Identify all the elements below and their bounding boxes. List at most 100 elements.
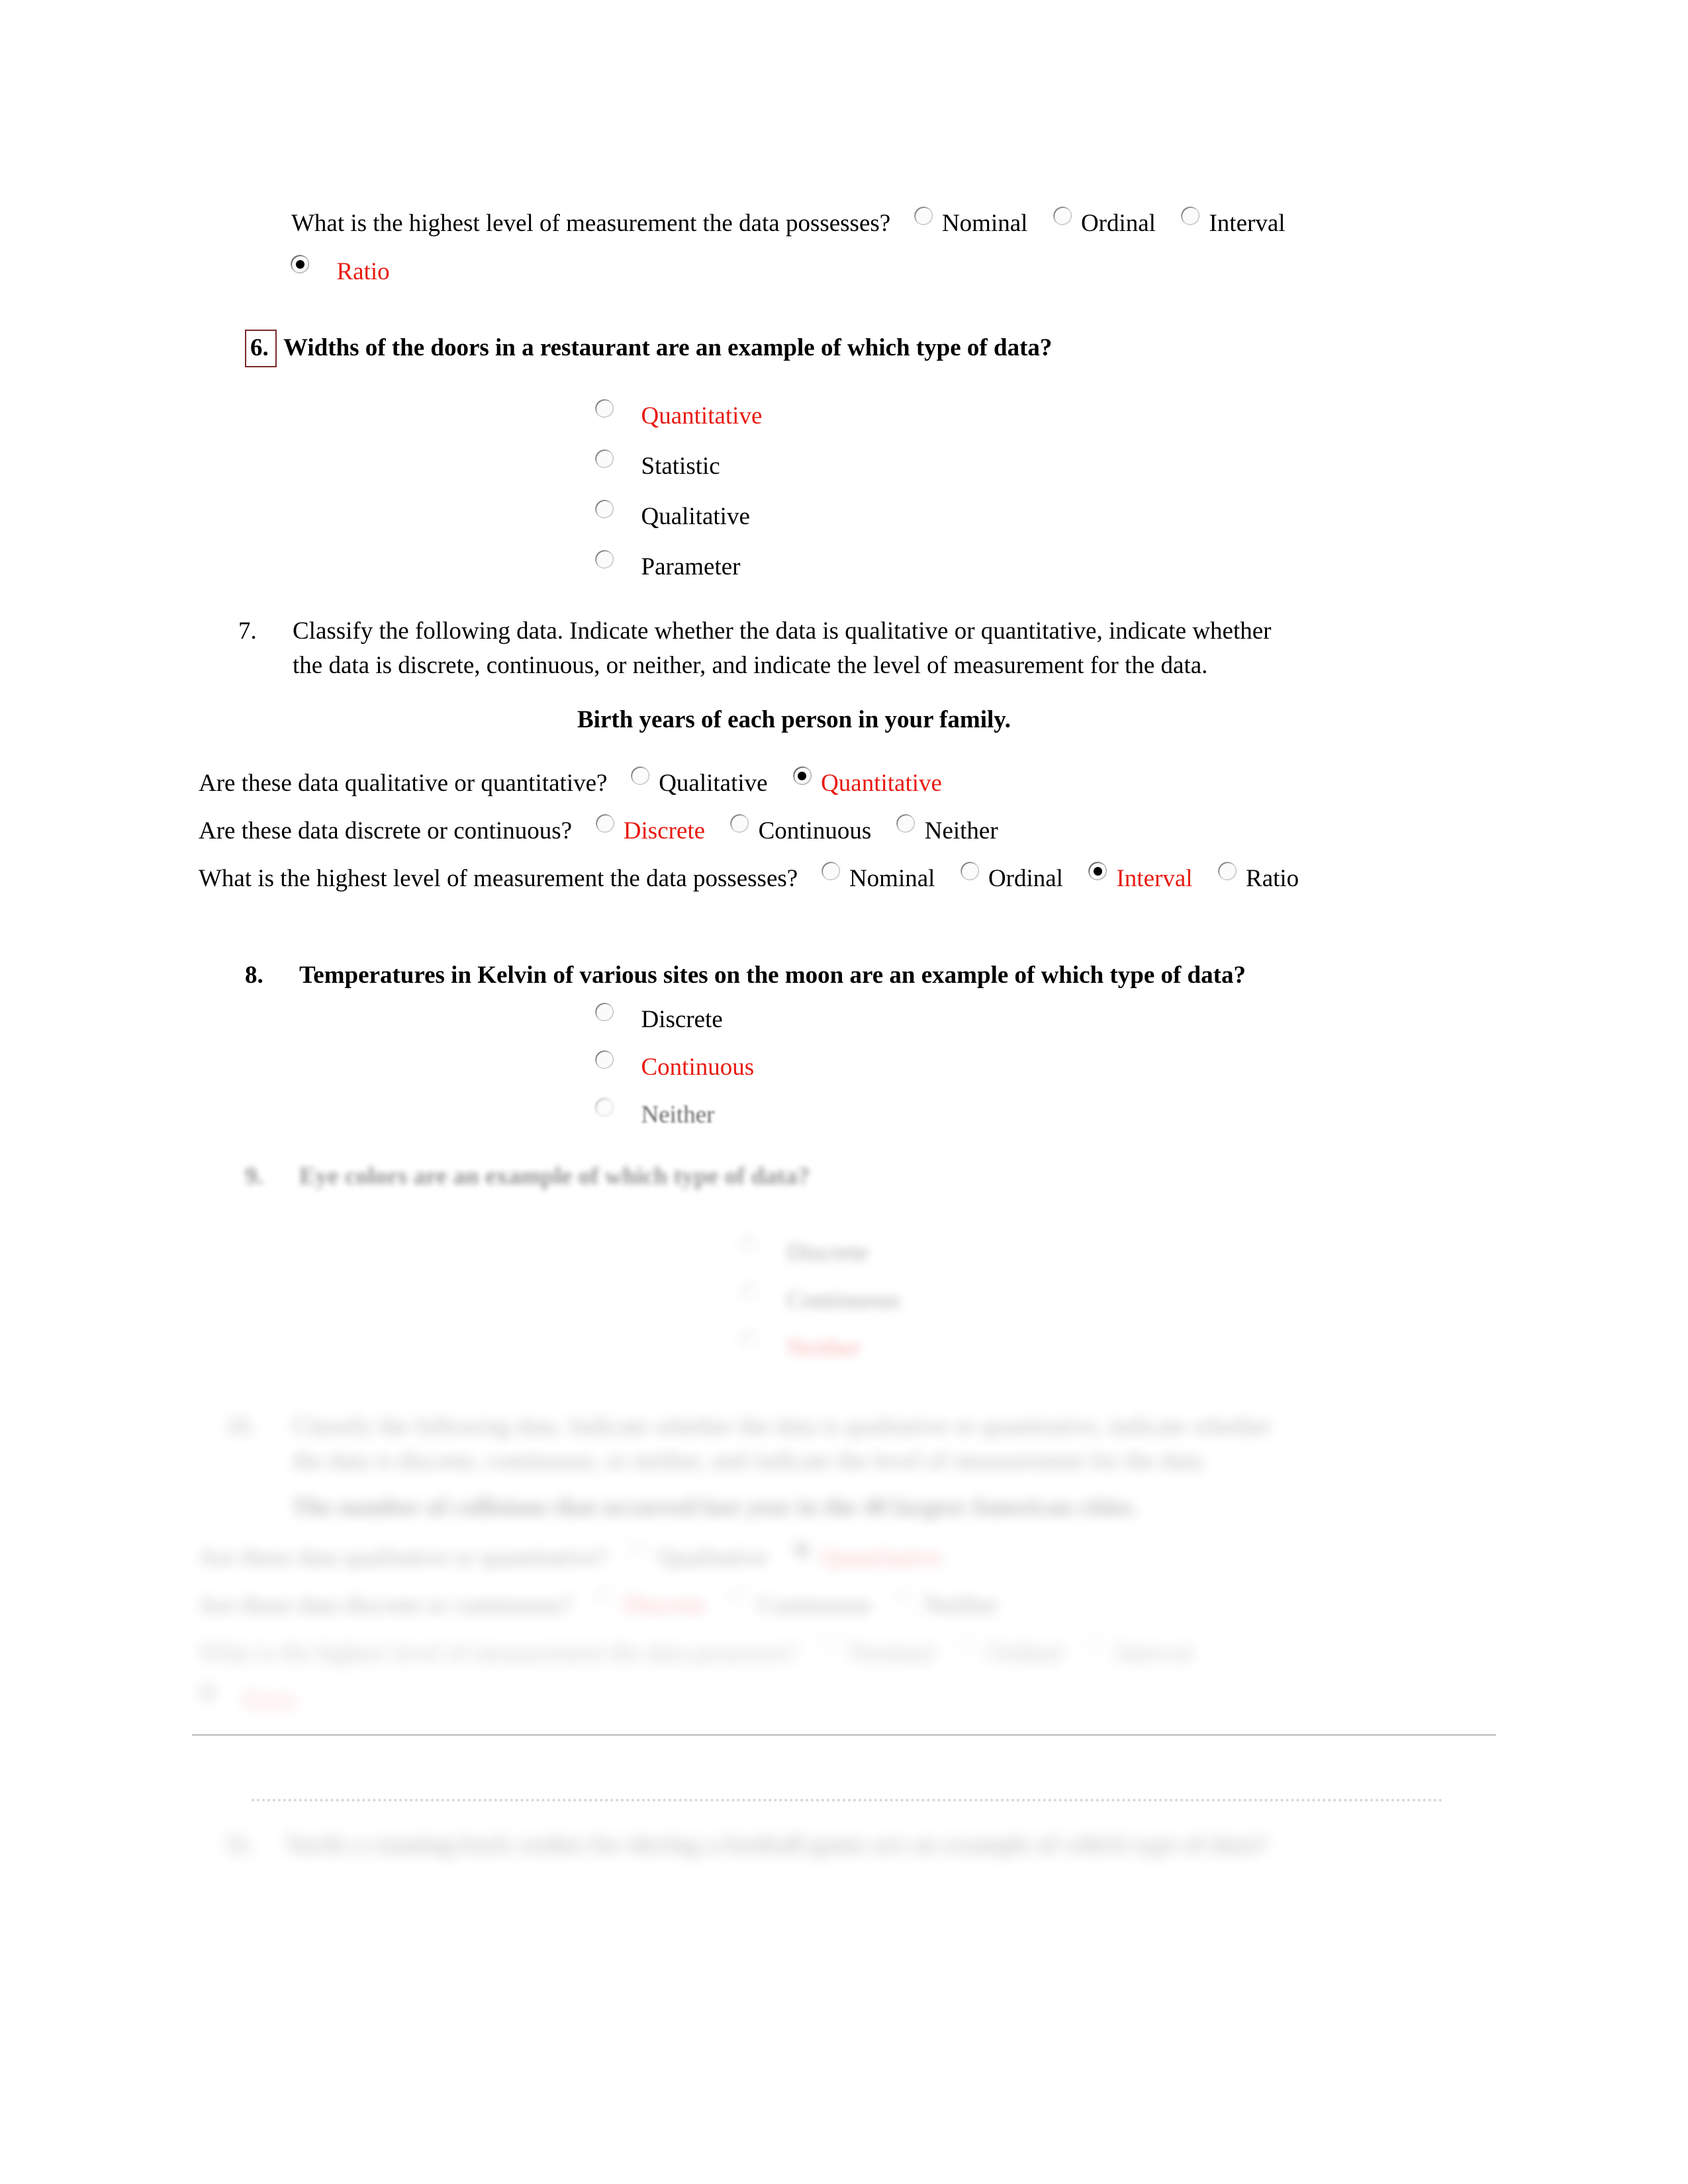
- q6-label-quantitative: Quantitative: [641, 402, 763, 430]
- q7-radio-continuous[interactable]: [731, 815, 749, 832]
- worksheet-page: What is the highest level of measurement…: [0, 0, 1688, 2184]
- q7-row3-label: What is the highest level of measurement…: [199, 865, 798, 892]
- q10-radio-nominal[interactable]: [821, 1637, 839, 1654]
- q9-label-discrete: Discrete: [786, 1239, 868, 1266]
- q7-number: 7.: [238, 617, 257, 645]
- q7-row1-label: Are these data qualitative or quantitati…: [199, 770, 608, 797]
- q10-prompt-line2: the data is discrete, continuous, or nei…: [293, 1447, 1208, 1475]
- section-divider: [192, 1734, 1496, 1736]
- q5-radio-ratio[interactable]: [291, 255, 308, 273]
- q10-row-level: What is the highest level of measurement…: [199, 1636, 1213, 1670]
- q10-radio-continuous[interactable]: [731, 1589, 749, 1606]
- q11-number: 11.: [225, 1831, 255, 1858]
- q10-radio-qualitative[interactable]: [631, 1541, 649, 1559]
- q10-row2-label: Are these data discrete or continuous?: [199, 1592, 573, 1619]
- q7-radio-interval[interactable]: [1089, 862, 1107, 880]
- q6-option-quantitative[interactable]: Quantitative: [596, 400, 762, 430]
- q7-radio-nominal[interactable]: [821, 862, 839, 880]
- q10-row-disccont: Are these data discrete or continuous? D…: [199, 1588, 1018, 1622]
- q8-option-neither[interactable]: Neither: [596, 1099, 714, 1129]
- q8-radio-continuous[interactable]: [596, 1051, 613, 1068]
- q7-radio-quantitative[interactable]: [793, 767, 811, 784]
- q6-label-statistic: Statistic: [641, 453, 720, 480]
- q10-prompt-line1: Classify the following data. Indicate wh…: [293, 1413, 1272, 1440]
- q8-label-continuous: Continuous: [641, 1054, 755, 1081]
- q7-option-qualitative: Qualitative: [659, 770, 768, 797]
- q6-number: 6.: [245, 330, 277, 368]
- q6-label-parameter: Parameter: [641, 553, 741, 580]
- q7-option-nominal: Nominal: [849, 865, 935, 892]
- q6-option-statistic[interactable]: Statistic: [596, 450, 720, 480]
- q10-subject: The number of collisions that occurred l…: [291, 1494, 1138, 1521]
- q6-radio-statistic[interactable]: [596, 450, 613, 467]
- q7-option-discrete: Discrete: [623, 817, 706, 844]
- q8-label-discrete: Discrete: [641, 1006, 723, 1033]
- q7-row-level: What is the highest level of measurement…: [199, 862, 1319, 895]
- q9-label-continuous: Continuous: [786, 1287, 900, 1314]
- q8-label-neither: Neither: [641, 1101, 715, 1128]
- q10-option-qualitative: Qualitative: [659, 1544, 768, 1571]
- q6-option-parameter[interactable]: Parameter: [596, 551, 740, 581]
- q8-prompt: Temperatures in Kelvin of various sites …: [299, 962, 1246, 989]
- q7-radio-ratio[interactable]: [1218, 862, 1236, 880]
- q5-radio-interval[interactable]: [1182, 207, 1199, 224]
- q7-radio-discrete[interactable]: [596, 815, 614, 832]
- q7-radio-neither[interactable]: [897, 815, 915, 832]
- q10-option-neither: Neither: [924, 1592, 998, 1619]
- q10-row3-label: What is the highest level of measurement…: [199, 1639, 798, 1666]
- q9-prompt: Eye colors are an example of which type …: [299, 1163, 810, 1190]
- q7-subject: Birth years of each person in your famil…: [577, 706, 1011, 733]
- q9-radio-discrete[interactable]: [741, 1236, 759, 1253]
- q6-radio-quantitative[interactable]: [596, 400, 613, 417]
- q9-label-neither: Neither: [786, 1334, 861, 1361]
- q7-option-interval: Interval: [1116, 865, 1193, 892]
- q9-radio-neither[interactable]: [741, 1332, 759, 1349]
- q7-option-ratio: Ratio: [1246, 865, 1299, 892]
- q5-option-ratio: Ratio: [336, 258, 390, 285]
- q10-radio-quantitative[interactable]: [793, 1541, 811, 1559]
- q10-radio-interval[interactable]: [1089, 1637, 1107, 1654]
- q10-row1-label: Are these data qualitative or quantitati…: [199, 1544, 608, 1571]
- q7-row2-label: Are these data discrete or continuous?: [199, 817, 573, 844]
- q10-number: 10.: [225, 1413, 256, 1440]
- q5-radio-ordinal[interactable]: [1053, 207, 1071, 224]
- q9-option-discrete[interactable]: Discrete: [741, 1236, 868, 1267]
- q10-option-quantitative: Quantitative: [821, 1544, 942, 1571]
- q10-option-continuous: Continuous: [758, 1592, 872, 1619]
- q10-radio-ratio[interactable]: [199, 1684, 216, 1702]
- q10-option-discrete: Discrete: [623, 1592, 706, 1619]
- q7-row-disccont: Are these data discrete or continuous? D…: [199, 814, 1018, 848]
- q5-option-interval: Interval: [1209, 210, 1286, 237]
- q10-option-ordinal: Ordinal: [988, 1639, 1063, 1666]
- q10-option-interval: Interval: [1116, 1639, 1193, 1666]
- q10-option-ratio: Ratio: [244, 1687, 297, 1714]
- q9-radio-continuous[interactable]: [741, 1284, 759, 1301]
- q11-prompt: Yards a running back rushes for during a…: [285, 1831, 1268, 1858]
- q5-option-nominal: Nominal: [941, 210, 1028, 237]
- q9-option-continuous[interactable]: Continuous: [741, 1284, 900, 1314]
- q7-option-neither: Neither: [924, 817, 998, 844]
- q5-radio-nominal[interactable]: [914, 207, 932, 224]
- q5-level-row-2: Ratio: [291, 255, 410, 289]
- q10-radio-discrete[interactable]: [596, 1589, 614, 1606]
- q7-radio-qualitative[interactable]: [631, 767, 649, 784]
- q10-option-nominal: Nominal: [849, 1639, 935, 1666]
- q6-radio-qualitative[interactable]: [596, 500, 613, 518]
- q7-prompt-line1: Classify the following data. Indicate wh…: [293, 617, 1272, 645]
- q5-option-ordinal: Ordinal: [1080, 210, 1156, 237]
- q10-radio-ordinal[interactable]: [961, 1637, 978, 1654]
- q8-option-discrete[interactable]: Discrete: [596, 1003, 723, 1034]
- q8-option-continuous[interactable]: Continuous: [596, 1051, 754, 1081]
- q8-radio-neither[interactable]: [596, 1099, 613, 1116]
- q7-option-continuous: Continuous: [758, 817, 872, 844]
- q9-option-neither[interactable]: Neither: [741, 1332, 860, 1362]
- q10-radio-neither[interactable]: [897, 1589, 915, 1606]
- q6-label-qualitative: Qualitative: [641, 503, 750, 530]
- q6-heading: 6. Widths of the doors in a restaurant ar…: [245, 330, 1052, 368]
- q6-option-qualitative[interactable]: Qualitative: [596, 500, 750, 531]
- q8-number: 8.: [245, 962, 263, 989]
- q7-radio-ordinal[interactable]: [961, 862, 978, 880]
- q8-radio-discrete[interactable]: [596, 1003, 613, 1021]
- q9-number: 9.: [245, 1163, 263, 1190]
- q6-radio-parameter[interactable]: [596, 551, 613, 568]
